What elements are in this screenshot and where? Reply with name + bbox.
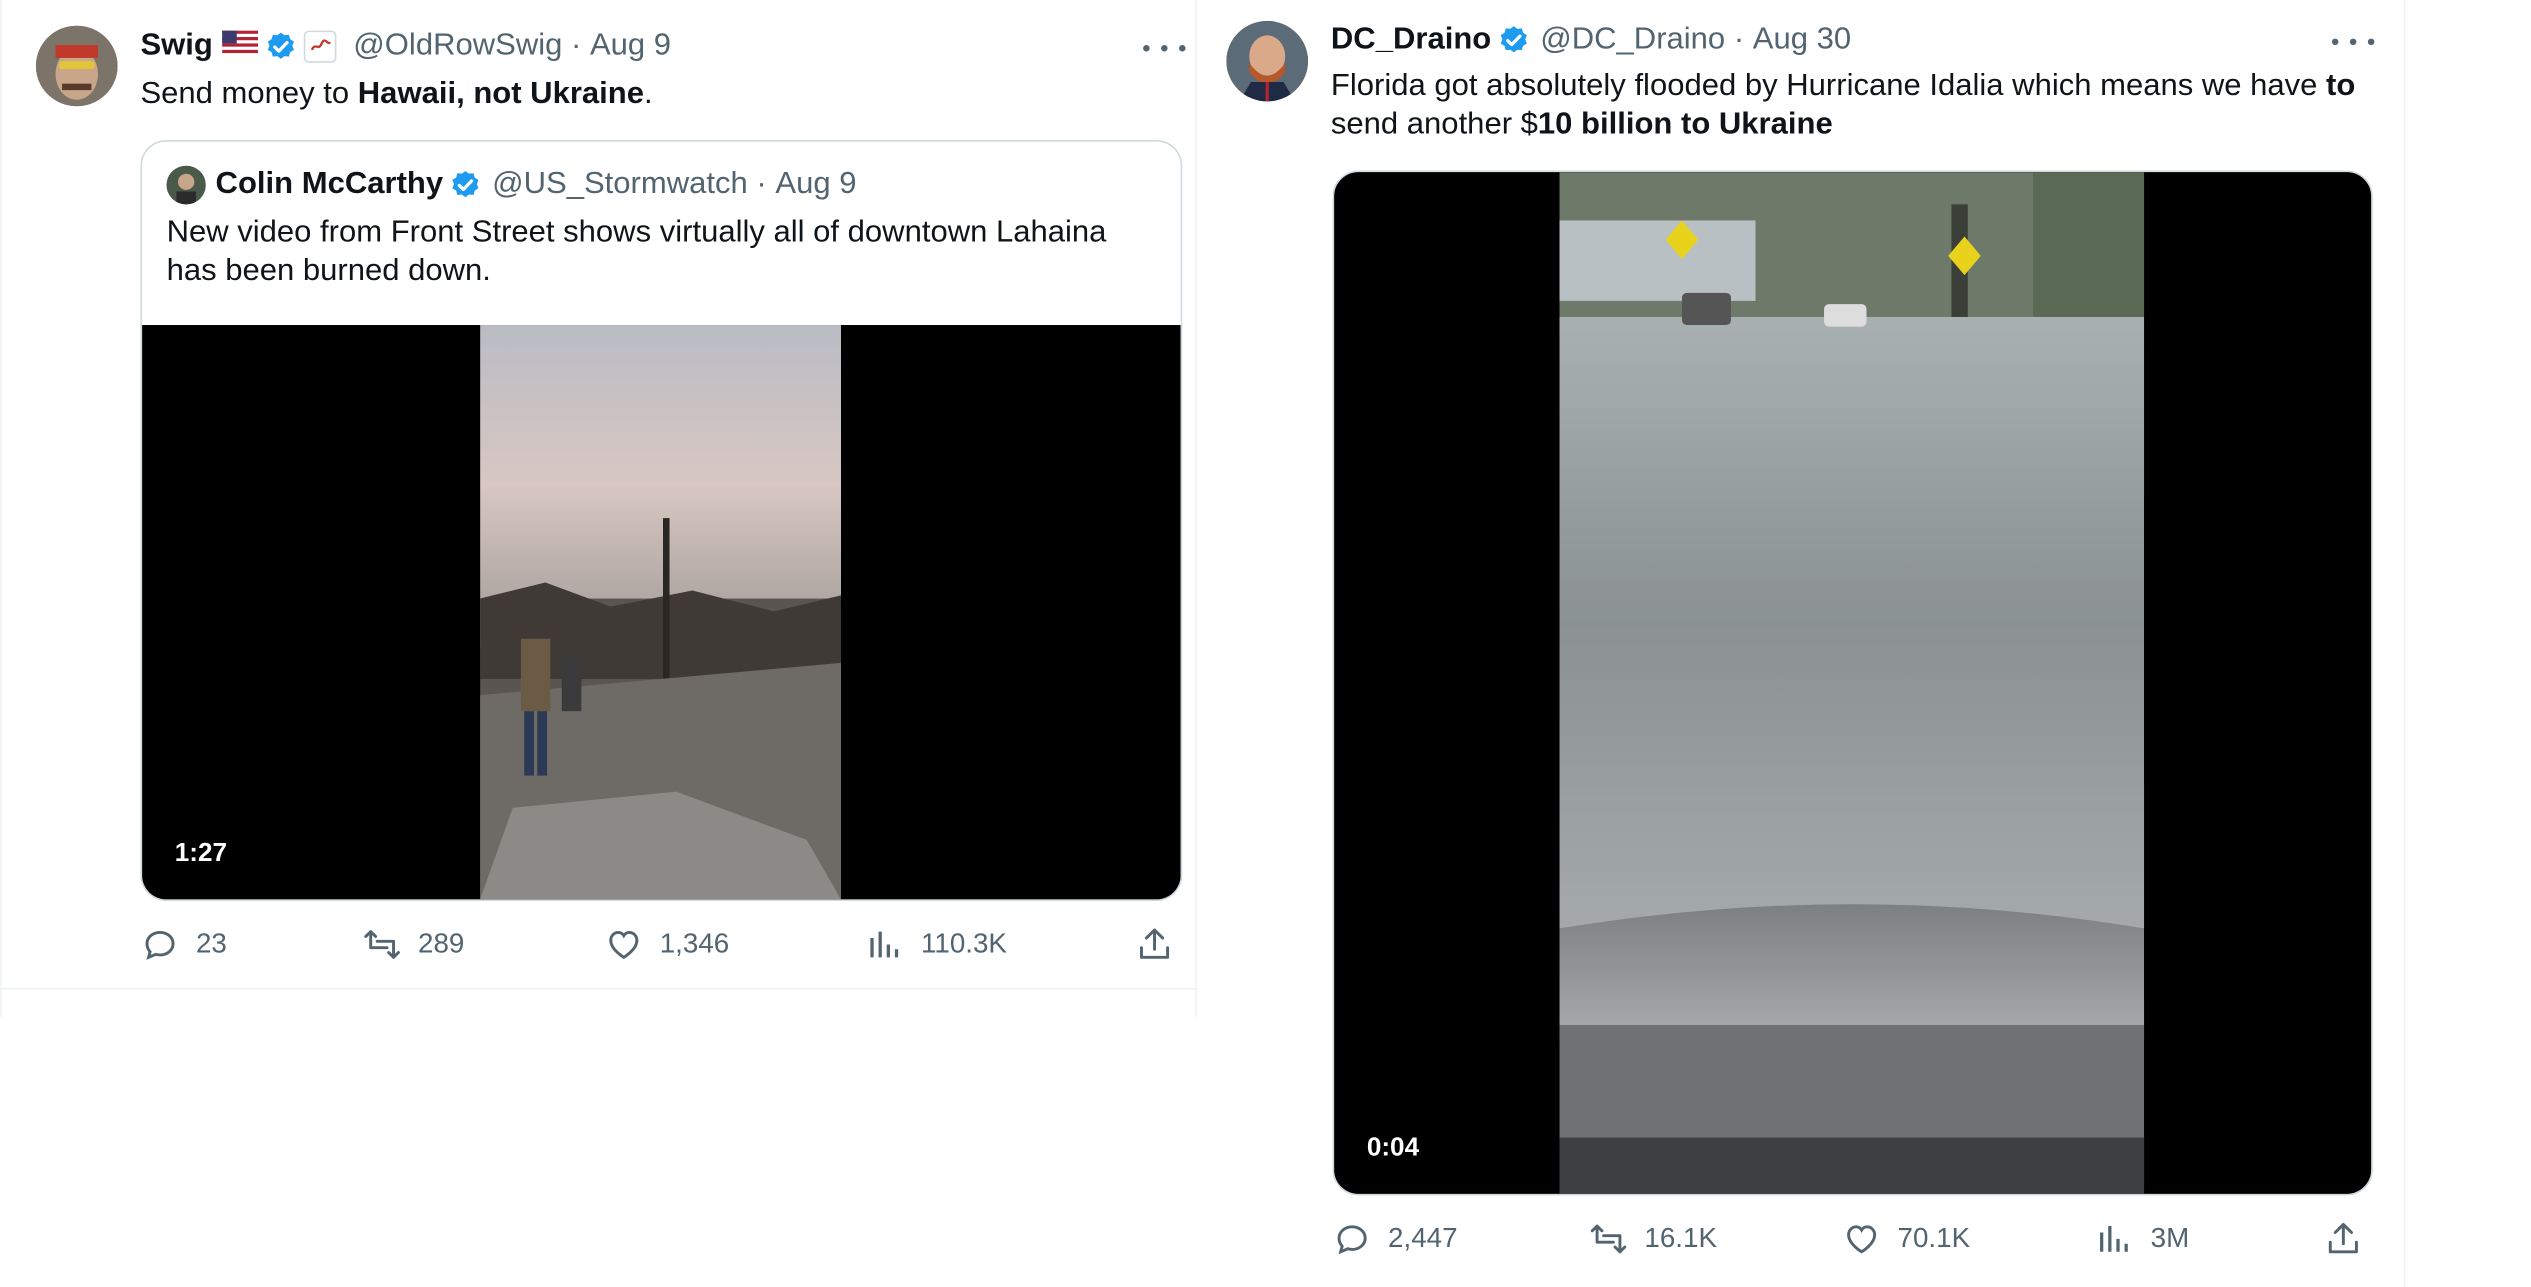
display-name[interactable]: DC_Draino — [1331, 23, 1491, 58]
video-player[interactable]: 0:04 — [1332, 170, 2373, 1196]
handle[interactable]: @OldRowSwig — [353, 29, 562, 64]
views-button[interactable]: 3M — [2095, 1220, 2189, 1259]
repost-count: 16.1K — [1644, 1222, 1717, 1254]
reply-icon — [145, 930, 175, 960]
reply-count: 23 — [195, 928, 227, 959]
tweet-text-bold: Hawaii, not Ukraine — [357, 77, 645, 112]
tweet-text-part: Send money to — [140, 77, 358, 112]
timestamp[interactable]: Aug 30 — [1753, 23, 1851, 58]
like-icon — [609, 930, 639, 960]
tweet-text: Florida got absolutely flooded by Hurric… — [1331, 68, 2376, 145]
share-button[interactable] — [2324, 1220, 2363, 1259]
views-count: 3M — [2150, 1222, 2190, 1254]
like-count: 1,346 — [659, 928, 730, 959]
more-options-icon[interactable] — [2331, 34, 2375, 50]
display-name[interactable]: Swig — [140, 29, 212, 64]
like-count: 70.1K — [1897, 1222, 1971, 1254]
tweet-dc-draino[interactable]: DC_Draino @DC_Draino · Aug 30 Florida go… — [1197, 0, 2405, 1287]
separator: · — [747, 167, 776, 202]
video-player[interactable]: 1:27 — [142, 325, 1181, 900]
tweet-text-part: send another $ — [1330, 107, 1538, 142]
video-thumbnail-fire-icon — [480, 325, 841, 900]
reply-button[interactable]: 23 — [140, 925, 227, 964]
repost-icon — [1590, 1224, 1627, 1254]
quote-avatar[interactable] — [166, 165, 206, 205]
reply-button[interactable]: 2,447 — [1333, 1220, 1458, 1259]
like-button[interactable]: 1,346 — [604, 925, 729, 964]
separator: · — [562, 28, 590, 63]
like-icon — [1847, 1225, 1877, 1254]
like-button[interactable]: 70.1K — [1842, 1220, 1970, 1259]
avatar-image-icon — [35, 25, 118, 107]
reply-icon — [1337, 1225, 1367, 1255]
quote-display-name[interactable]: Colin McCarthy — [216, 167, 444, 202]
quote-handle[interactable]: @US_Stormwatch — [492, 167, 748, 202]
share-icon — [2328, 1223, 2358, 1254]
more-options-icon[interactable] — [1143, 40, 1186, 56]
video-duration: 1:27 — [174, 839, 228, 868]
views-icon — [2100, 1226, 2128, 1252]
us-flag-icon — [222, 29, 259, 64]
share-icon — [1139, 928, 1170, 959]
repost-button[interactable]: 16.1K — [1589, 1220, 1717, 1259]
column-divider — [2403, 0, 2406, 1287]
repost-count: 289 — [418, 928, 465, 959]
views-icon — [870, 931, 899, 958]
verified-badge-icon — [265, 31, 298, 63]
affiliate-badge-icon[interactable] — [304, 30, 337, 63]
video-thumbnail-flood-icon — [1559, 172, 2145, 1194]
quote-text: New video from Front Street shows virtua… — [166, 215, 1107, 289]
tweet-text-part: . — [644, 77, 653, 112]
tweet-text-bold: to — [2326, 69, 2356, 103]
avatar[interactable] — [1226, 20, 1309, 102]
views-button[interactable]: 110.3K — [865, 925, 1007, 964]
quoted-tweet[interactable]: Colin McCarthy @US_Stormwatch · Aug 9 Ne… — [140, 139, 1183, 902]
reply-count: 2,447 — [1388, 1222, 1458, 1254]
repost-icon — [364, 930, 400, 959]
avatar-image-icon — [1226, 20, 1309, 102]
verified-badge-icon — [1498, 24, 1531, 56]
share-button[interactable] — [1135, 925, 1174, 964]
tweet-text-part: Florida got absolutely flooded by Hurric… — [1330, 69, 2327, 103]
column-divider — [0, 0, 2, 1017]
timestamp[interactable]: Aug 9 — [590, 29, 671, 64]
verified-badge-icon — [450, 169, 483, 201]
tweet-divider — [0, 987, 1196, 990]
tweet-text: Send money to Hawaii, not Ukraine. — [140, 76, 1152, 115]
views-count: 110.3K — [921, 928, 1007, 959]
video-duration: 0:04 — [1366, 1134, 1420, 1162]
handle[interactable]: @DC_Draino — [1540, 23, 1725, 58]
repost-button[interactable]: 289 — [363, 925, 465, 964]
quote-timestamp[interactable]: Aug 9 — [775, 167, 856, 202]
separator: · — [1725, 22, 1753, 57]
quote-avatar-image-icon — [166, 165, 206, 205]
avatar[interactable] — [35, 25, 118, 107]
tweet-swig[interactable]: Swig @OldRowSwig · Aug 9 Send money to H… — [0, 0, 1196, 990]
tweet-text-bold: 10 billion to Ukraine — [1537, 107, 1833, 142]
